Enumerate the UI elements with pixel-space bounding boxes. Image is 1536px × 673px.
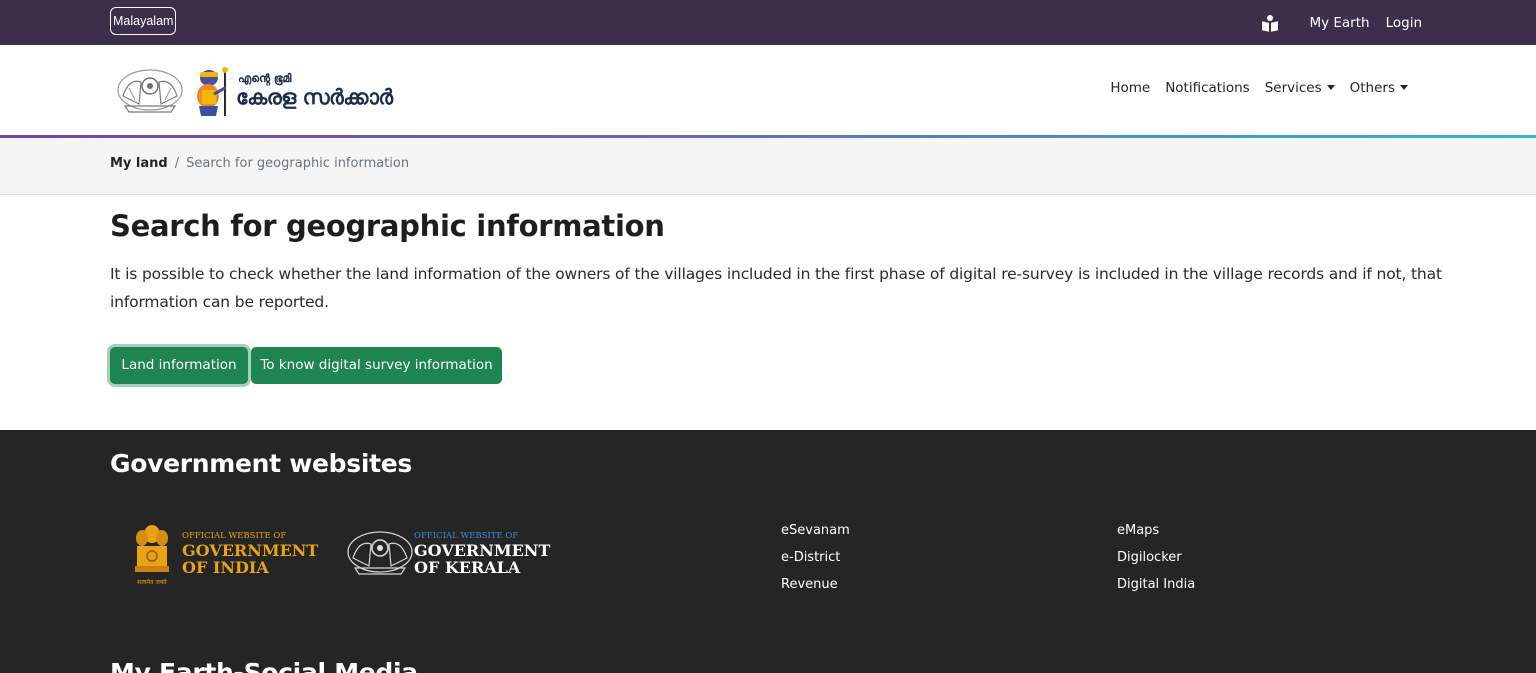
nav-others-label: Others: [1349, 80, 1395, 96]
india-site-logo-text[interactable]: GOVERNMENT OF INDIA: [182, 542, 318, 576]
login-link[interactable]: Login: [1386, 15, 1422, 31]
top-bar-links: My Earth Login: [1261, 0, 1422, 45]
kerala-site-line2: OF KERALA: [414, 558, 521, 577]
nav-others[interactable]: Others: [1350, 80, 1408, 96]
footer-links-column-2: eMaps Digilocker Digital India: [1117, 523, 1195, 592]
breadcrumb: My land / Search for geographic informat…: [110, 156, 409, 171]
top-bar: Malayalam My Earth Login: [0, 0, 1536, 45]
book-reader-icon[interactable]: [1261, 14, 1279, 32]
land-information-button[interactable]: Land information: [110, 347, 248, 384]
nav-notifications[interactable]: Notifications: [1165, 80, 1250, 96]
india-site-line1: GOVERNMENT: [182, 541, 319, 560]
caret-down-icon: [1400, 85, 1408, 90]
nav-services[interactable]: Services: [1265, 80, 1335, 96]
footer-link-digilocker[interactable]: Digilocker: [1117, 550, 1195, 565]
logo-tagline: എന്റെ ഭൂമി: [238, 72, 292, 85]
digital-survey-information-button[interactable]: To know digital survey information: [251, 347, 502, 384]
my-earth-link[interactable]: My Earth: [1309, 15, 1369, 31]
main-nav: Home Notifications Services Others: [1110, 80, 1408, 96]
nav-services-label: Services: [1264, 80, 1322, 96]
ente-bhoomi-mascot-logo[interactable]: [194, 66, 232, 118]
kerala-site-logo-text[interactable]: GOVERNMENT OF KERALA: [414, 542, 550, 576]
india-site-tagline: OFFICIAL WEBSITE OF: [182, 531, 287, 541]
intro-paragraph: It is possible to check whether the land…: [110, 265, 1442, 311]
footer-link-revenue[interactable]: Revenue: [781, 577, 850, 592]
footer-link-digital-india[interactable]: Digital India: [1117, 577, 1195, 592]
footer-link-emaps[interactable]: eMaps: [1117, 523, 1195, 538]
kerala-site-tagline: OFFICIAL WEBSITE OF: [414, 531, 519, 541]
india-emblem-icon[interactable]: सत्यमेव जयते: [129, 522, 175, 588]
logo-title: കേരള സർക്കാർ: [236, 85, 393, 109]
nav-home[interactable]: Home: [1110, 80, 1150, 96]
india-emblem-motto: सत्यमेव जयते: [137, 578, 167, 586]
footer-link-edistrict[interactable]: e-District: [781, 550, 850, 565]
kerala-emblem-logo[interactable]: [115, 66, 185, 116]
breadcrumb-separator: /: [174, 156, 180, 171]
footer-link-esevanam[interactable]: eSevanam: [781, 523, 850, 538]
kerala-site-line1: GOVERNMENT: [414, 541, 551, 560]
page-title: Search for geographic information: [110, 209, 665, 243]
caret-down-icon: [1326, 85, 1335, 90]
breadcrumb-current: Search for geographic information: [186, 156, 410, 171]
social-media-heading: My Earth-Social Media: [110, 658, 418, 673]
government-websites-heading: Government websites: [110, 449, 413, 478]
language-toggle-button[interactable]: Malayalam: [110, 7, 177, 35]
footer-links-column-1: eSevanam e-District Revenue: [781, 523, 850, 592]
india-site-line2: OF INDIA: [182, 558, 269, 577]
kerala-emblem-icon[interactable]: [345, 530, 415, 578]
breadcrumb-home-link[interactable]: My land: [110, 156, 168, 171]
